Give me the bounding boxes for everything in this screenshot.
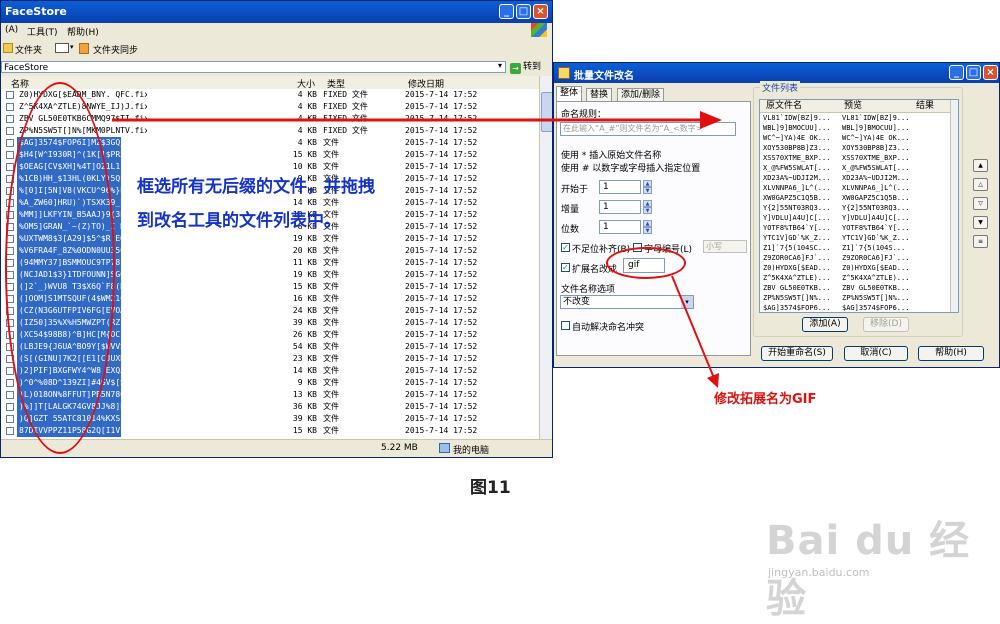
drag-arrow-head: [700, 111, 722, 129]
ext-arrow-line: [671, 275, 715, 379]
figure-label: 图11: [470, 478, 511, 498]
extension-instruction: 修改拓展名为GIF: [714, 392, 817, 407]
watermark-url: jingyan.baidu.com: [768, 566, 870, 579]
baidu-watermark: Bai du 经验 jingyan.baidu.com: [766, 508, 991, 622]
